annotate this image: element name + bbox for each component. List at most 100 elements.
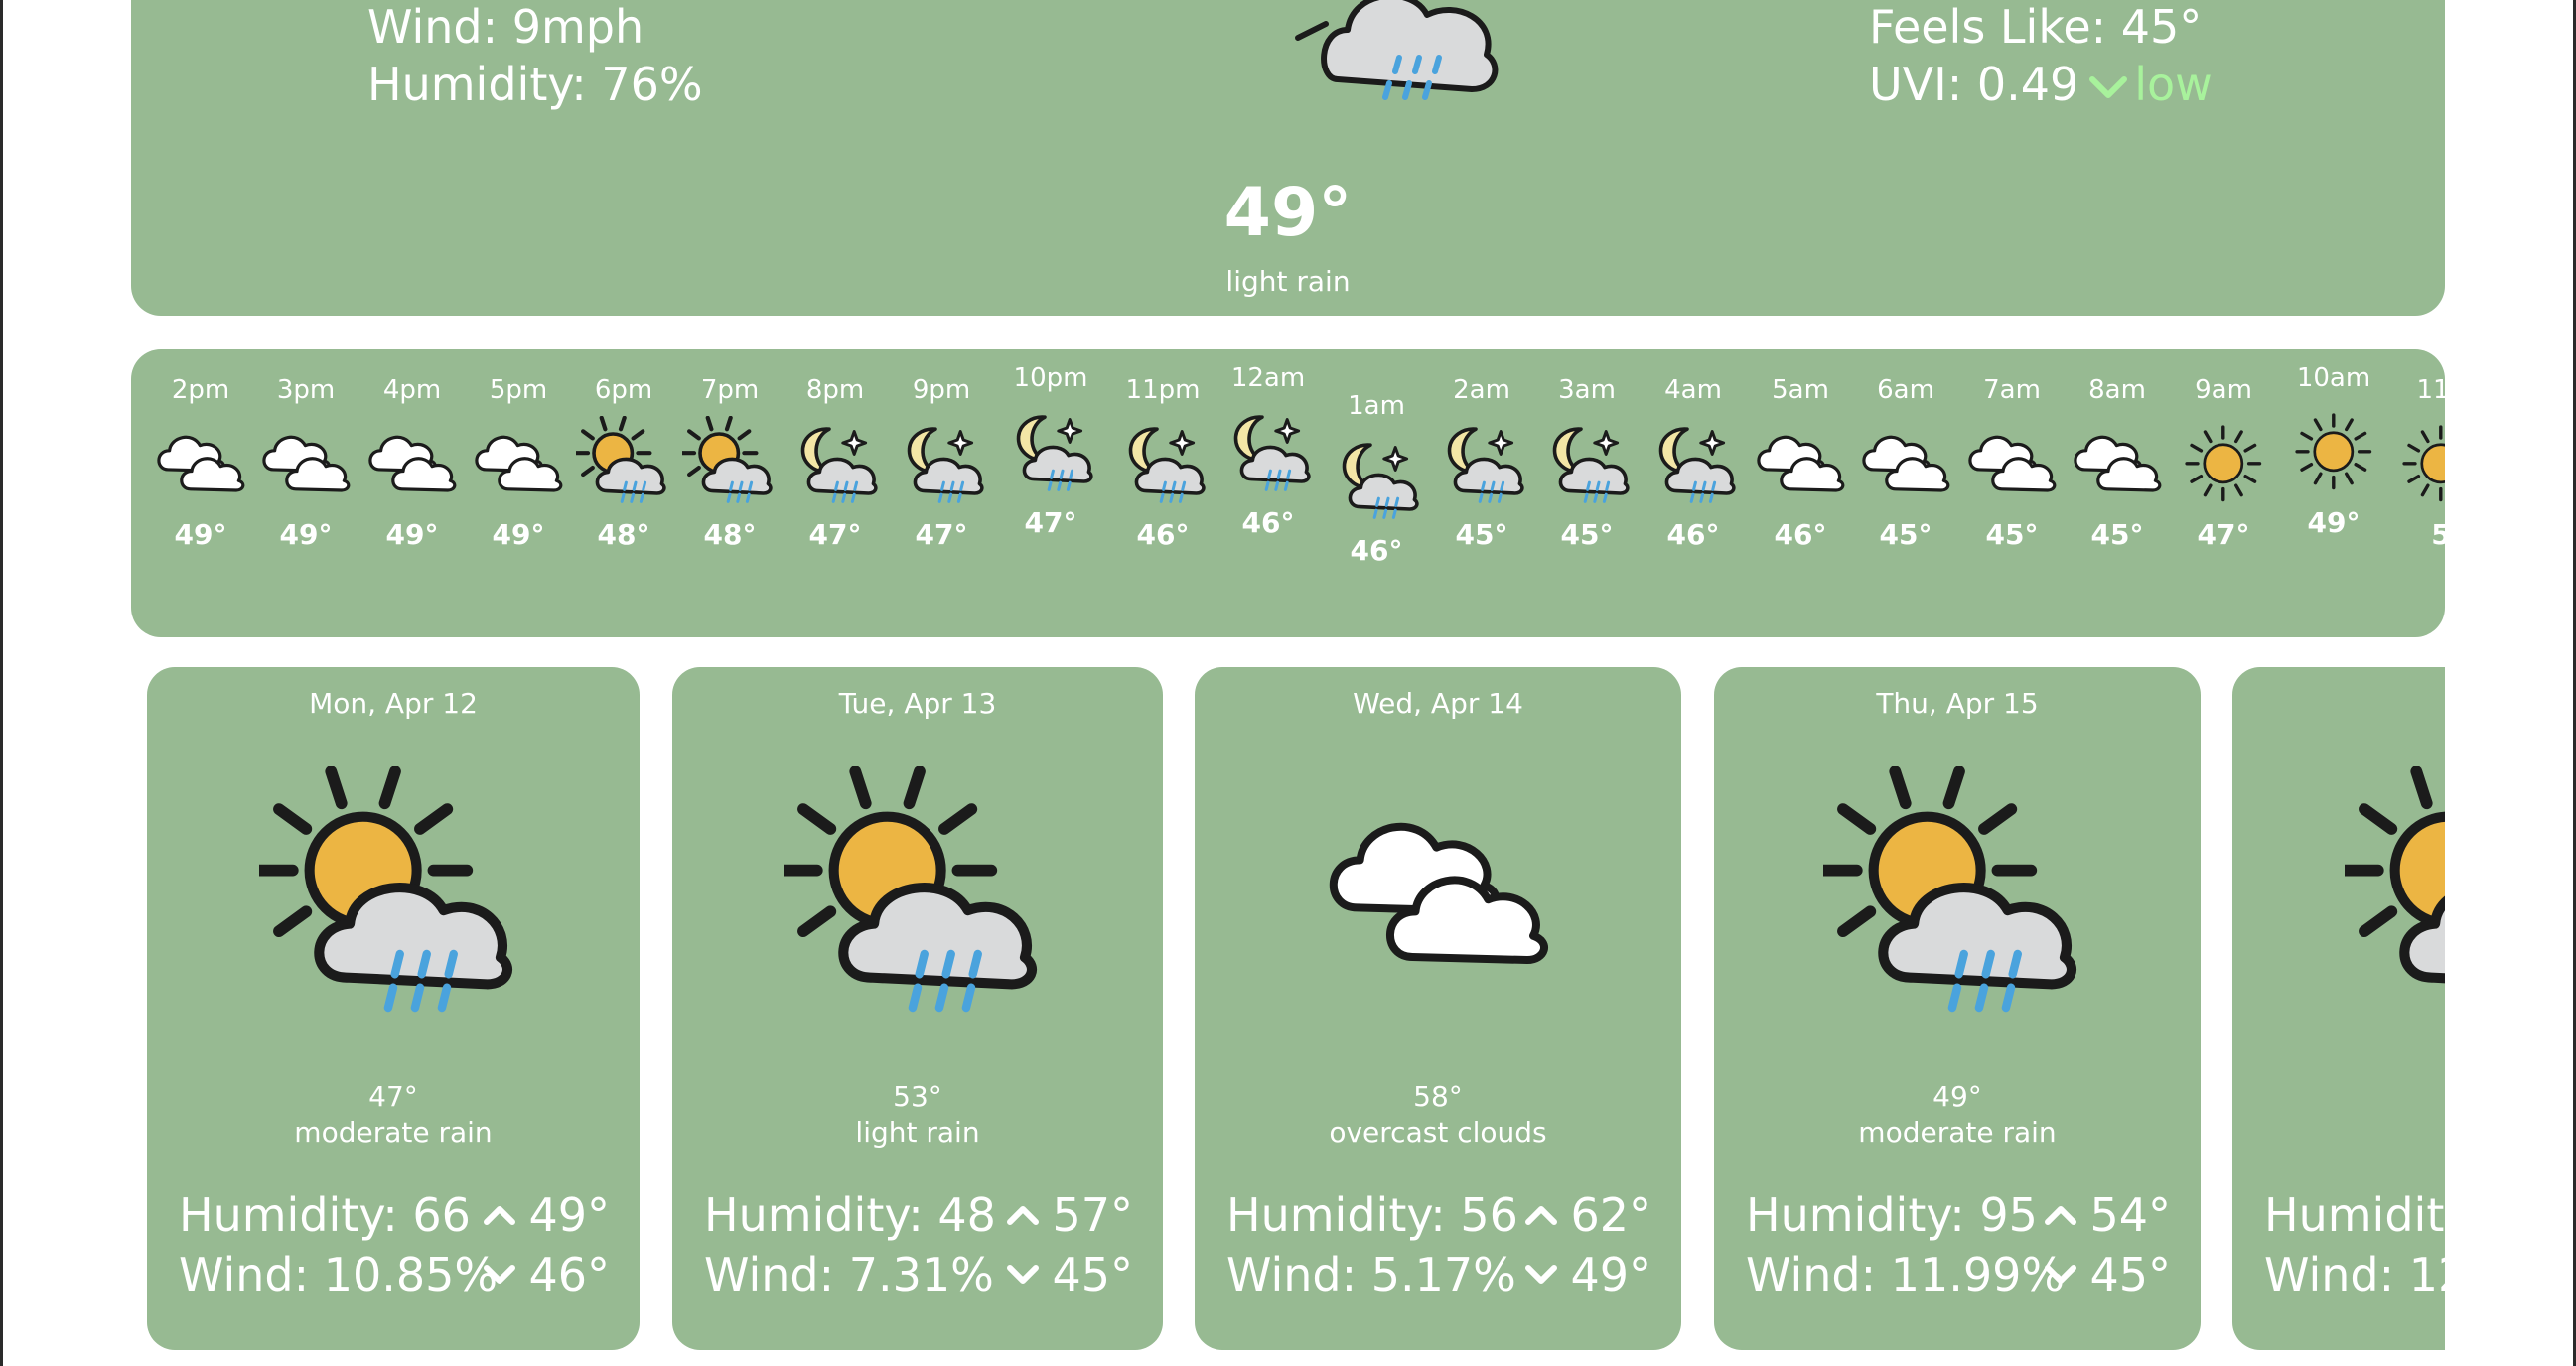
daily-high-low: 62° 49° [1524,1185,1651,1304]
hourly-time: 10pm [1013,363,1088,393]
hourly-temperature: 5 [2431,518,2445,551]
sun-rain-icon [1714,766,2201,1034]
sun-icon [2170,409,2277,518]
daily-forecast-row[interactable]: Mon, Apr 12 47° moderate rain Humidity: … [131,667,2445,1366]
moon-rain-icon [1533,409,1641,518]
hourly-item: 3am 45° [1533,375,1641,551]
hourly-item: 9pm 47° [888,375,995,551]
daily-date: Wed, Apr 14 [1353,687,1523,720]
hourly-time: 3am [1558,375,1616,405]
daily-card[interactable]: Tue, Apr 13 53° light rain Humidity: 48 … [672,667,1163,1350]
hourly-item: 6am 45° [1852,375,1959,551]
hourly-item: 8am 45° [2064,375,2171,551]
moon-rain-icon [1640,409,1747,518]
uvi-level-label: low [2134,58,2213,111]
cloudy-icon [2064,409,2171,518]
chevron-down-icon [1525,1265,1558,1284]
cloudy-icon [1852,409,1959,518]
hourly-time: 4pm [382,375,442,405]
moon-rain-icon [1428,409,1535,518]
chevron-down-icon [2089,75,2128,98]
hourly-time: 11a [2416,375,2445,405]
daily-high-low: 54° 45° [2044,1185,2171,1304]
hourly-item: 7am 45° [1958,375,2066,551]
hourly-item: 2am 45° [1428,375,1535,551]
chevron-up-icon [1525,1206,1558,1225]
current-feels-like: Feels Like: 45° [1869,0,2203,54]
sun-rain-icon [570,409,677,518]
daily-card[interactable]: Thu, Apr 15 49° moderate rain Humidity: … [1714,667,2201,1350]
sun-icon [2280,397,2387,506]
hourly-time: 8pm [805,375,865,405]
current-uvi: UVI: 0.49 low [1869,56,2213,113]
sun-rain-icon [147,766,640,1034]
current-humidity: Humidity: 76% [367,58,703,111]
daily-card[interactable]: Wed, Apr 14 58° overcast clouds Humidity… [1195,667,1681,1350]
daily-humidity: Humidity: 95 [1746,1188,2038,1242]
daily-description: moderate rain [1858,1116,2057,1149]
hourly-temperature: 45° [1985,518,2039,551]
daily-high-low: 49° 46° [483,1185,610,1304]
current-description: light rain [1225,265,1351,298]
daily-low: 46° [528,1248,610,1301]
chevron-up-icon [484,1206,516,1225]
daily-wind: Wind: 5.17% [1226,1248,1516,1301]
sun-rain-icon [672,766,1163,1034]
daily-description: moderate rain [294,1116,493,1149]
daily-stats: Humidity: 95 Wind: 11.99% [1746,1185,2065,1304]
moon-rain-icon [1323,425,1430,534]
hourly-item: 1am 46° [1323,391,1430,567]
current-temperature: 49° [1223,174,1353,252]
current-weather-panel: Wind: 9mph Humidity: 76% Feels Like: 45°… [131,0,2445,316]
hourly-item: 10am 49° [2280,363,2387,539]
hourly-item: 6pm 48° [570,375,677,551]
hourly-temperature: 47° [915,518,968,551]
hourly-forecast-strip[interactable]: 2pm 49° 3pm 49° 4pm 49° 5pm 49° 6pm 48° … [131,349,2445,637]
current-right-stats: Feels Like: 45° UVI: 0.49 low [1869,0,2213,113]
hourly-item: 11a 5 [2387,375,2445,551]
sun-rain-icon [676,409,784,518]
hourly-time: 8am [2088,375,2146,405]
hourly-temperature: 49° [279,518,333,551]
daily-date: Fri [2232,687,2445,720]
cloudy-icon [252,409,359,518]
hourly-time: 5am [1772,375,1829,405]
cloudy-icon [1747,409,1854,518]
daily-temperature: 49° [1932,1080,1982,1113]
hourly-time: 12am [1230,363,1306,393]
sun-rain-icon [2232,766,2445,1034]
hourly-item: 4pm 49° [358,375,466,551]
hourly-time: 6pm [594,375,653,405]
hourly-temperature: 46° [1136,518,1190,551]
chevron-up-icon [2045,1206,2077,1225]
daily-temperature: 47° [368,1080,418,1113]
daily-low: 45° [2089,1248,2171,1301]
moon-rain-icon [782,409,889,518]
daily-card[interactable]: Mon, Apr 12 47° moderate rain Humidity: … [147,667,640,1350]
daily-temperature: 58° [1413,1080,1463,1113]
hourly-item: 4am 46° [1640,375,1747,551]
hourly-temperature: 46° [1241,506,1295,539]
hourly-item: 7pm 48° [676,375,784,551]
cloudy-icon [465,409,572,518]
hourly-temperature: 45° [1455,518,1508,551]
hourly-item: 5pm 49° [465,375,572,551]
chevron-up-icon [1007,1206,1040,1225]
daily-description: overcast clouds [1329,1116,1547,1149]
hourly-temperature: 49° [385,518,439,551]
chevron-down-icon [2045,1265,2077,1284]
hourly-temperature: 46° [1774,518,1827,551]
hourly-temperature: 49° [492,518,545,551]
daily-high: 54° [2089,1188,2171,1242]
hourly-item: 5am 46° [1747,375,1854,551]
chevron-down-icon [1007,1265,1040,1284]
hourly-time: 1am [1348,391,1405,421]
hourly-temperature: 45° [1560,518,1614,551]
sun-icon [2387,409,2445,518]
hourly-time: 7am [1983,375,2041,405]
daily-card[interactable]: Fri lig Humidity Wind: 12 [2232,667,2445,1350]
hourly-time: 5pm [489,375,548,405]
daily-high: 49° [528,1188,610,1242]
hourly-time: 9pm [912,375,971,405]
hourly-item: 11pm 46° [1109,375,1216,551]
